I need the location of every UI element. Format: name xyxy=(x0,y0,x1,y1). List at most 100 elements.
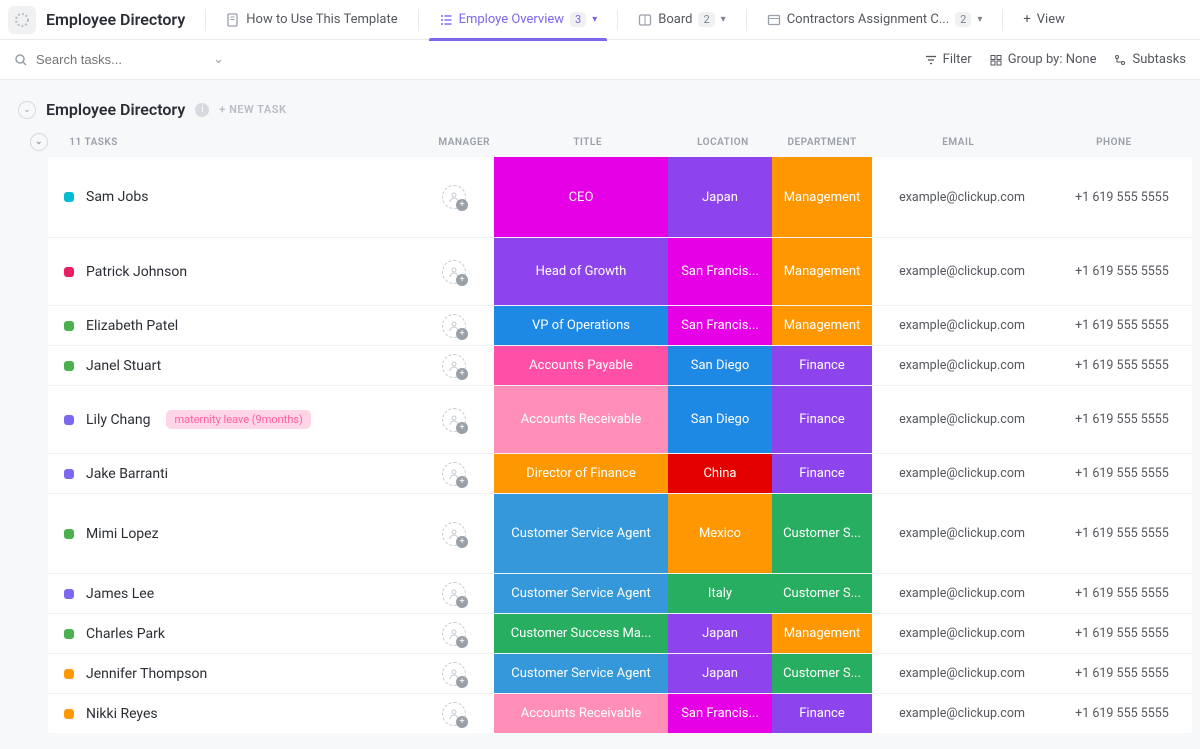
manager-cell[interactable] xyxy=(414,614,494,653)
add-view-button[interactable]: + View xyxy=(1013,12,1075,27)
manager-cell[interactable] xyxy=(414,346,494,385)
manager-cell[interactable] xyxy=(414,574,494,613)
location-cell[interactable]: San Diego xyxy=(668,346,772,385)
tag-pill[interactable]: maternity leave (9months) xyxy=(166,410,310,429)
phone-cell[interactable]: +1 619 555 5555 xyxy=(1052,574,1192,613)
assign-manager-icon[interactable] xyxy=(442,185,466,209)
status-dot[interactable] xyxy=(64,469,74,479)
name-cell[interactable]: Mimi Lopez xyxy=(48,494,414,573)
department-cell[interactable]: Finance xyxy=(772,346,872,385)
collapse-toggle[interactable]: ⌄ xyxy=(18,101,36,119)
tab-how-to-use[interactable]: How to Use This Template xyxy=(216,0,407,40)
assign-manager-icon[interactable] xyxy=(442,462,466,486)
column-phone[interactable]: PHONE xyxy=(1046,137,1182,148)
status-dot[interactable] xyxy=(64,321,74,331)
email-cell[interactable]: example@clickup.com xyxy=(872,494,1052,573)
column-title[interactable]: TITLE xyxy=(503,137,672,148)
manager-cell[interactable] xyxy=(414,654,494,693)
groupby-button[interactable]: Group by: None xyxy=(990,52,1097,67)
status-dot[interactable] xyxy=(64,415,74,425)
status-dot[interactable] xyxy=(64,629,74,639)
phone-cell[interactable]: +1 619 555 5555 xyxy=(1052,238,1192,305)
manager-cell[interactable] xyxy=(414,306,494,345)
name-cell[interactable]: Nikki Reyes xyxy=(48,694,414,733)
assign-manager-icon[interactable] xyxy=(442,622,466,646)
manager-cell[interactable] xyxy=(414,157,494,237)
email-cell[interactable]: example@clickup.com xyxy=(872,694,1052,733)
assign-manager-icon[interactable] xyxy=(442,260,466,284)
name-cell[interactable]: James Lee xyxy=(48,574,414,613)
assign-manager-icon[interactable] xyxy=(442,354,466,378)
name-cell[interactable]: Sam Jobs xyxy=(48,157,414,237)
email-cell[interactable]: example@clickup.com xyxy=(872,386,1052,453)
tab-contractors[interactable]: Contractors Assignment C... 2 ▾ xyxy=(757,0,993,40)
location-cell[interactable]: China xyxy=(668,454,772,493)
column-manager[interactable]: MANAGER xyxy=(425,137,503,148)
column-department[interactable]: DEPARTMENT xyxy=(773,137,870,148)
assign-manager-icon[interactable] xyxy=(442,408,466,432)
department-cell[interactable]: Management xyxy=(772,306,872,345)
title-cell[interactable]: Accounts Payable xyxy=(494,346,668,385)
title-cell[interactable]: Customer Service Agent xyxy=(494,654,668,693)
location-cell[interactable]: Japan xyxy=(668,654,772,693)
table-row[interactable]: Sam JobsCEOJapanManagementexample@clicku… xyxy=(48,157,1192,237)
title-cell[interactable]: VP of Operations xyxy=(494,306,668,345)
manager-cell[interactable] xyxy=(414,238,494,305)
filter-button[interactable]: Filter xyxy=(925,52,972,67)
email-cell[interactable]: example@clickup.com xyxy=(872,654,1052,693)
email-cell[interactable]: example@clickup.com xyxy=(872,346,1052,385)
status-dot[interactable] xyxy=(64,669,74,679)
email-cell[interactable]: example@clickup.com xyxy=(872,238,1052,305)
tab-employee-overview[interactable]: Employe Overview 3 ▾ xyxy=(429,0,608,40)
title-cell[interactable]: Accounts Receivable xyxy=(494,694,668,733)
email-cell[interactable]: example@clickup.com xyxy=(872,614,1052,653)
subtasks-button[interactable]: Subtasks xyxy=(1114,52,1186,67)
email-cell[interactable]: example@clickup.com xyxy=(872,306,1052,345)
name-cell[interactable]: Lily Changmaternity leave (9months) xyxy=(48,386,414,453)
location-cell[interactable]: San Francis... xyxy=(668,694,772,733)
name-cell[interactable]: Janel Stuart xyxy=(48,346,414,385)
department-cell[interactable]: Finance xyxy=(772,694,872,733)
location-cell[interactable]: Japan xyxy=(668,157,772,237)
search-input[interactable] xyxy=(36,52,176,67)
expand-all-toggle[interactable]: ⌄ xyxy=(30,133,48,151)
title-cell[interactable]: Accounts Receivable xyxy=(494,386,668,453)
manager-cell[interactable] xyxy=(414,694,494,733)
email-cell[interactable]: example@clickup.com xyxy=(872,574,1052,613)
table-row[interactable]: Jennifer Thompson Customer Service AgentJ… xyxy=(48,653,1192,693)
table-row[interactable]: Elizabeth PatelVP of OperationsSan Franc… xyxy=(48,305,1192,345)
phone-cell[interactable]: +1 619 555 5555 xyxy=(1052,454,1192,493)
location-cell[interactable]: San Francis... xyxy=(668,306,772,345)
search-box[interactable]: ⌄ xyxy=(14,52,224,67)
manager-cell[interactable] xyxy=(414,386,494,453)
title-cell[interactable]: Customer Service Agent xyxy=(494,574,668,613)
name-cell[interactable]: Jennifer Thompson xyxy=(48,654,414,693)
department-cell[interactable]: Finance xyxy=(772,386,872,453)
info-icon[interactable]: i xyxy=(195,103,209,117)
phone-cell[interactable]: +1 619 555 5555 xyxy=(1052,694,1192,733)
column-location[interactable]: LOCATION xyxy=(672,137,773,148)
department-cell[interactable]: Customer S... xyxy=(772,574,872,613)
status-dot[interactable] xyxy=(64,267,74,277)
table-row[interactable]: James Lee Customer Service AgentItalyCust… xyxy=(48,573,1192,613)
table-row[interactable]: Patrick Johnson Head of GrowthSan Francis… xyxy=(48,237,1192,305)
name-cell[interactable]: Patrick Johnson xyxy=(48,238,414,305)
title-cell[interactable]: Director of Finance xyxy=(494,454,668,493)
department-cell[interactable]: Management xyxy=(772,614,872,653)
status-dot[interactable] xyxy=(64,361,74,371)
phone-cell[interactable]: +1 619 555 5555 xyxy=(1052,494,1192,573)
department-cell[interactable]: Customer S... xyxy=(772,494,872,573)
location-cell[interactable]: Italy xyxy=(668,574,772,613)
phone-cell[interactable]: +1 619 555 5555 xyxy=(1052,157,1192,237)
table-row[interactable]: Mimi LopezCustomer Service AgentMexicoCu… xyxy=(48,493,1192,573)
column-email[interactable]: EMAIL xyxy=(871,137,1046,148)
name-cell[interactable]: Jake Barranti xyxy=(48,454,414,493)
title-cell[interactable]: Head of Growth xyxy=(494,238,668,305)
manager-cell[interactable] xyxy=(414,454,494,493)
assign-manager-icon[interactable] xyxy=(442,702,466,726)
phone-cell[interactable]: +1 619 555 5555 xyxy=(1052,306,1192,345)
title-cell[interactable]: CEO xyxy=(494,157,668,237)
assign-manager-icon[interactable] xyxy=(442,582,466,606)
email-cell[interactable]: example@clickup.com xyxy=(872,454,1052,493)
location-cell[interactable]: San Francis... xyxy=(668,238,772,305)
